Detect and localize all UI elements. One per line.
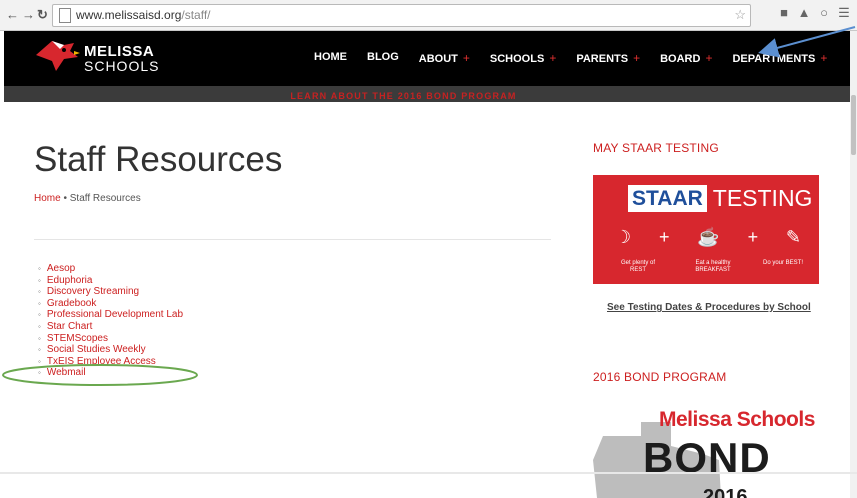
sleep-icon: ☽	[615, 227, 632, 247]
staar-testing-word: TESTING	[712, 184, 813, 211]
staar-caption-breakfast: Eat a healthy BREAKFAST	[695, 260, 731, 273]
content-divider	[34, 239, 551, 240]
bond-banner-text[interactable]: LEARN ABOUT THE 2016 BOND PROGRAM	[290, 91, 516, 101]
link-discovery-streaming[interactable]: Discovery Streaming	[38, 286, 183, 298]
staar-caption-best: Do your BEST!	[763, 260, 804, 266]
staar-heading: MAY STAAR TESTING	[593, 141, 719, 155]
nav-board[interactable]: BOARD +	[660, 51, 712, 65]
page-title: Staff Resources	[34, 140, 283, 179]
plus-icon: +	[747, 227, 759, 247]
staar-caption-rest: Get plenty of REST	[620, 260, 656, 273]
bookmark-star-icon[interactable]: ☆	[734, 7, 746, 23]
drive-icon[interactable]: ▲	[797, 6, 811, 20]
page-icon	[59, 8, 71, 23]
staar-word: STAAR	[628, 184, 707, 212]
staff-links-list: Aesop Eduphoria Discovery Streaming Grad…	[38, 263, 183, 379]
breadcrumb-separator: •	[60, 193, 70, 204]
bottom-divider	[0, 472, 857, 474]
link-social-studies-weekly[interactable]: Social Studies Weekly	[38, 344, 183, 356]
back-icon[interactable]: ←	[6, 7, 19, 22]
nav-departments[interactable]: DEPARTMENTS +	[732, 51, 827, 65]
logo-line-1: MELISSA	[84, 43, 155, 60]
url-text: www.melissaisd.org/staff/	[76, 8, 211, 22]
main-nav: HOME BLOG ABOUT + SCHOOLS + PARENTS + BOARD…	[314, 51, 847, 65]
breakfast-icon: ☕	[697, 227, 720, 247]
link-gradebook[interactable]: Gradebook	[38, 298, 183, 310]
nav-home[interactable]: HOME	[314, 51, 347, 65]
bond-heading: 2016 BOND PROGRAM	[593, 370, 727, 384]
bond-image-word: BOND	[643, 434, 771, 481]
link-txeis-employee-access[interactable]: TxEIS Employee Access	[38, 356, 183, 368]
bond-banner[interactable]: LEARN ABOUT THE 2016 BOND PROGRAM	[4, 86, 851, 102]
reload-icon[interactable]: ↻	[37, 7, 48, 23]
bond-image-year: 2016	[703, 486, 748, 498]
bond-image-title: Melissa Schools	[659, 408, 815, 431]
forward-icon[interactable]: →	[22, 7, 35, 22]
logo-line-2: SCHOOLS	[84, 58, 160, 74]
breadcrumb-home-link[interactable]: Home	[34, 193, 61, 204]
see-testing-dates-link[interactable]: See Testing Dates & Procedures by School	[607, 302, 811, 313]
link-stemscopes[interactable]: STEMScopes	[38, 333, 183, 345]
link-eduphoria[interactable]: Eduphoria	[38, 275, 183, 287]
logo-text[interactable]: MELISSA SCHOOLS	[84, 43, 160, 74]
address-bar[interactable]: www.melissaisd.org/staff/ ☆	[52, 4, 751, 27]
nav-parents[interactable]: PARENTS +	[576, 51, 640, 65]
page-scrollbar[interactable]	[850, 31, 857, 498]
link-aesop[interactable]: Aesop	[38, 263, 183, 275]
menu-icon[interactable]: ☰	[837, 6, 851, 20]
link-star-chart[interactable]: Star Chart	[38, 321, 183, 333]
site-header: MELISSA SCHOOLS HOME BLOG ABOUT + SCHOOLS…	[4, 31, 851, 86]
nav-blog[interactable]: BLOG	[367, 51, 399, 65]
plus-icon: +	[658, 227, 670, 247]
nav-schools[interactable]: SCHOOLS +	[490, 51, 556, 65]
bond-program-image[interactable]: Melissa Schools BOND 2016	[593, 400, 823, 498]
link-webmail[interactable]: Webmail	[38, 367, 183, 379]
breadcrumb-current: Staff Resources	[69, 193, 141, 204]
staar-testing-banner[interactable]: STAAR TESTING ☽ + ☕ + ✎ Get plenty of RE…	[593, 175, 819, 284]
opera-icon[interactable]: ○	[817, 6, 831, 20]
extension-icon[interactable]: ■	[777, 6, 791, 20]
link-professional-development-lab[interactable]: Professional Development Lab	[38, 309, 183, 321]
nav-about[interactable]: ABOUT +	[419, 51, 470, 65]
scrollbar-thumb[interactable]	[851, 95, 856, 155]
pencil-paper-icon: ✎	[785, 227, 801, 247]
cardinal-logo-icon[interactable]	[34, 37, 80, 75]
breadcrumb: Home • Staff Resources	[34, 193, 141, 204]
browser-toolbar: ← → ↻ www.melissaisd.org/staff/ ☆ ■ ▲ ○ …	[0, 0, 857, 31]
